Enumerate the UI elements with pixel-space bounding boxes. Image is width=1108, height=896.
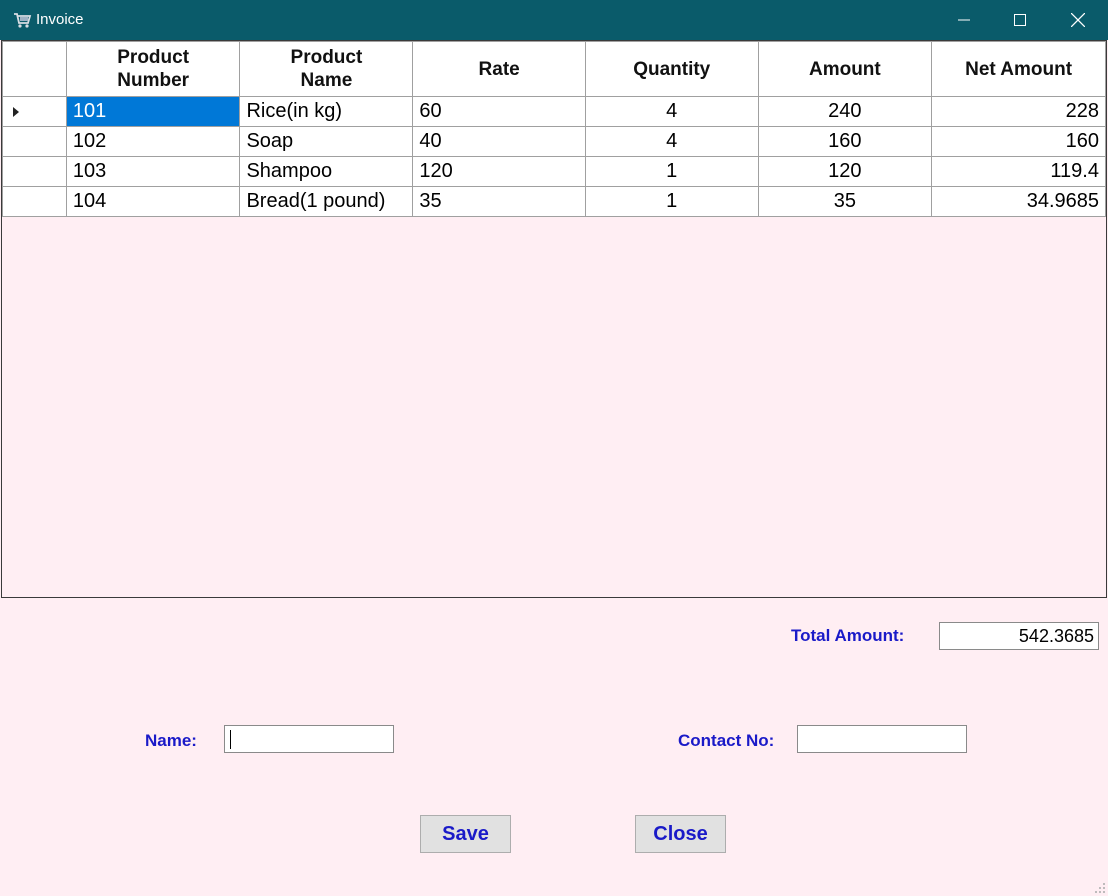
table-row[interactable]: 101 Rice(in kg) 60 4 240 228 <box>2 96 1106 127</box>
maximize-icon <box>1014 14 1026 26</box>
cell-amount[interactable]: 120 <box>757 156 933 187</box>
window-title: Invoice <box>36 11 84 28</box>
total-amount-field[interactable]: 542.3685 <box>939 622 1099 650</box>
cell-net-amount[interactable]: 160 <box>931 126 1106 157</box>
cell-rate[interactable]: 60 <box>412 96 586 127</box>
cell-product-name[interactable]: Rice(in kg) <box>239 96 414 127</box>
row-header-cell[interactable] <box>2 126 67 157</box>
minimize-button[interactable] <box>936 0 992 40</box>
invoice-grid[interactable]: Product Number Product Name Rate Quantit… <box>1 40 1107 598</box>
cell-net-amount[interactable]: 34.9685 <box>931 186 1106 217</box>
row-header-cell[interactable] <box>2 96 67 127</box>
header-label: Product Number <box>117 47 190 91</box>
maximize-button[interactable] <box>992 0 1048 40</box>
corner-header-cell <box>2 41 67 97</box>
table-row[interactable]: 103 Shampoo 120 1 120 119.4 <box>2 156 1106 187</box>
row-header-cell[interactable] <box>2 186 67 217</box>
col-header-product-name[interactable]: Product Name <box>239 41 414 97</box>
name-label: Name: <box>145 731 197 750</box>
cell-quantity[interactable]: 4 <box>584 126 759 157</box>
resize-grip-icon[interactable] <box>1094 882 1106 894</box>
close-window-button[interactable] <box>1050 0 1106 40</box>
row-header-cell[interactable] <box>2 156 67 187</box>
current-row-arrow-icon <box>13 106 19 117</box>
cell-product-name[interactable]: Soap <box>239 126 414 157</box>
col-header-amount[interactable]: Amount <box>757 41 933 97</box>
minimize-icon <box>958 19 970 21</box>
header-label: Quantity <box>633 58 711 80</box>
header-label: Product Name <box>290 47 363 91</box>
table-row[interactable]: 102 Soap 40 4 160 160 <box>2 126 1106 157</box>
cell-product-number[interactable]: 104 <box>65 186 241 217</box>
col-header-quantity[interactable]: Quantity <box>584 41 759 97</box>
header-row: Product Number Product Name Rate Quantit… <box>2 41 1106 97</box>
contact-no-label: Contact No: <box>678 731 775 750</box>
table-row[interactable]: 104 Bread(1 pound) 35 1 35 34.9685 <box>2 186 1106 217</box>
cell-rate[interactable]: 35 <box>412 186 586 217</box>
text-caret <box>230 730 231 749</box>
cell-product-name[interactable]: Bread(1 pound) <box>239 186 414 217</box>
cell-net-amount[interactable]: 119.4 <box>931 156 1106 187</box>
title-bar: Invoice <box>0 0 1108 40</box>
invoice-table: Product Number Product Name Rate Quantit… <box>2 41 1106 217</box>
col-header-product-number[interactable]: Product Number <box>65 41 241 97</box>
header-label: Amount <box>808 58 881 80</box>
cell-quantity[interactable]: 4 <box>584 96 759 127</box>
header-label: Net Amount <box>965 58 1073 80</box>
close-button[interactable]: Close <box>635 815 726 853</box>
cell-rate[interactable]: 120 <box>412 156 586 187</box>
save-button[interactable]: Save <box>420 815 511 853</box>
cell-amount[interactable]: 35 <box>757 186 933 217</box>
cell-quantity[interactable]: 1 <box>584 156 759 187</box>
cell-rate[interactable]: 40 <box>412 126 586 157</box>
cell-amount[interactable]: 160 <box>757 126 933 157</box>
cell-quantity[interactable]: 1 <box>584 186 759 217</box>
cell-product-number[interactable]: 101 <box>65 96 241 127</box>
close-icon <box>1071 13 1085 27</box>
col-header-rate[interactable]: Rate <box>412 41 586 97</box>
cell-product-name[interactable]: Shampoo <box>239 156 414 187</box>
name-input[interactable] <box>224 725 394 753</box>
header-label: Rate <box>478 58 520 80</box>
shopping-cart-icon <box>14 13 32 28</box>
cell-product-number[interactable]: 102 <box>65 126 241 157</box>
cell-amount[interactable]: 240 <box>757 96 933 127</box>
cell-net-amount[interactable]: 228 <box>931 96 1106 127</box>
total-amount-label: Total Amount: <box>791 626 905 645</box>
contact-no-input[interactable] <box>797 725 967 753</box>
cell-product-number[interactable]: 103 <box>65 156 241 187</box>
col-header-net-amount[interactable]: Net Amount <box>931 41 1106 97</box>
